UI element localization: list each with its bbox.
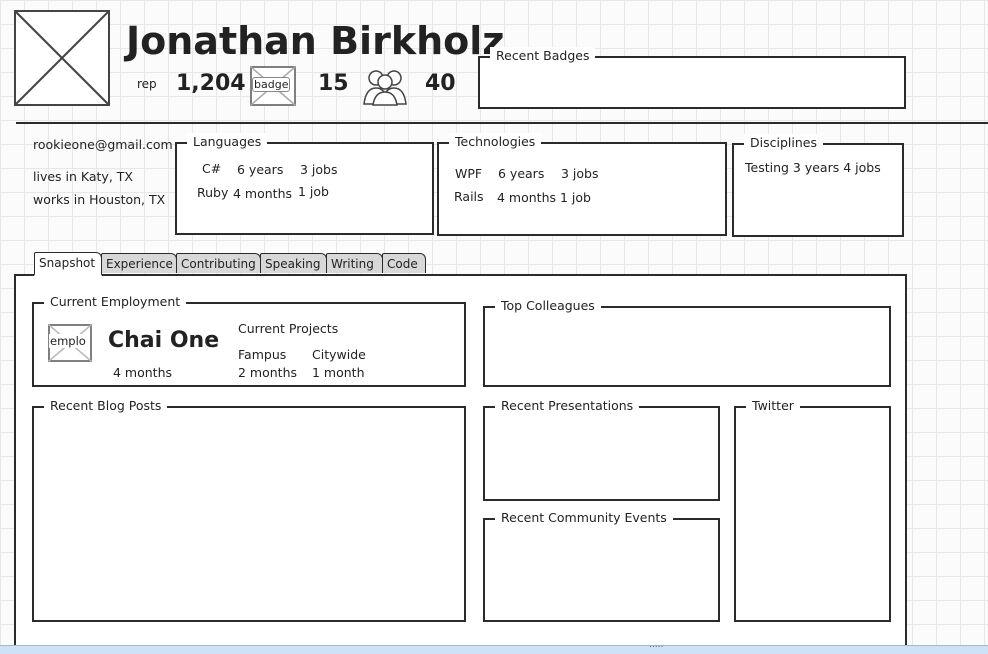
languages-panel: Languages C# 6 years 3 jobs Ruby 4 month… — [175, 133, 434, 235]
technology-name: WPF — [455, 166, 483, 181]
tab-experience[interactable]: Experience — [101, 253, 177, 273]
disciplines-title: Disciplines — [744, 134, 823, 152]
languages-title: Languages — [187, 133, 268, 151]
profile-name: Jonathan Birkholz — [126, 19, 505, 63]
recent-presentations-title: Recent Presentations — [495, 397, 640, 415]
resize-grip[interactable]: ..... — [649, 640, 663, 650]
tab-code[interactable]: Code — [382, 253, 426, 273]
tab-snapshot[interactable]: Snapshot — [34, 252, 102, 276]
current-employment-title: Current Employment — [44, 293, 187, 311]
recent-blog-posts-panel: Recent Blog Posts — [32, 397, 466, 622]
badge-label: badge — [252, 77, 291, 92]
workplace-text: works in Houston, TX — [33, 192, 166, 207]
recent-badges-title: Recent Badges — [490, 47, 596, 65]
location-text: lives in Katy, TX — [33, 169, 133, 184]
language-name: Ruby — [197, 185, 229, 200]
technology-duration: 6 years — [498, 166, 545, 181]
people-icon — [360, 66, 410, 106]
disciplines-panel: Disciplines Testing 3 years 4 jobs — [732, 134, 904, 237]
rep-value: 1,204 — [176, 71, 246, 96]
company-tenure: 4 months — [113, 365, 173, 380]
employer-logo: emplo — [48, 324, 92, 362]
project-name[interactable]: Citywide — [312, 347, 366, 362]
top-colleagues-panel: Top Colleagues — [483, 297, 891, 387]
recent-community-events-title: Recent Community Events — [495, 509, 673, 527]
discipline-item: Testing 3 years 4 jobs — [745, 160, 881, 175]
tab-contributing[interactable]: Contributing — [176, 253, 261, 273]
recent-badges-panel: Recent Badges — [478, 47, 906, 109]
project-name[interactable]: Fampus — [238, 347, 286, 362]
group-people-icon — [363, 70, 407, 106]
employer-logo-label: emplo — [49, 334, 87, 348]
people-count: 40 — [425, 71, 456, 96]
language-jobs: 1 job — [298, 184, 329, 199]
technology-jobs: 3 jobs — [561, 166, 599, 181]
project-duration: 2 months — [238, 365, 298, 380]
twitter-panel: Twitter — [734, 397, 891, 622]
header-divider — [16, 122, 988, 124]
project-duration: 1 month — [312, 365, 365, 380]
twitter-title: Twitter — [746, 397, 800, 415]
language-duration: 4 months — [233, 186, 293, 201]
technology-jobs: 1 job — [560, 190, 591, 205]
email-link[interactable]: rookieone@gmail.com — [33, 137, 173, 152]
current-employment-panel: Current Employment emplo Chai One 4 mont… — [32, 293, 466, 387]
company-name[interactable]: Chai One — [108, 328, 219, 353]
recent-community-events-panel: Recent Community Events — [483, 509, 720, 622]
avatar-placeholder-icon — [14, 10, 110, 106]
technology-duration: 4 months — [497, 190, 557, 205]
technologies-title: Technologies — [449, 133, 542, 151]
current-projects-title: Current Projects — [238, 321, 339, 336]
language-name: C# — [202, 161, 222, 176]
recent-presentations-panel: Recent Presentations — [483, 397, 720, 501]
language-duration: 6 years — [237, 162, 284, 177]
tab-writing[interactable]: Writing — [326, 253, 383, 273]
badge-icon: badge — [250, 66, 296, 106]
rep-label: rep — [137, 77, 157, 91]
language-jobs: 3 jobs — [300, 162, 338, 177]
recent-blog-posts-title: Recent Blog Posts — [44, 397, 168, 415]
tab-speaking[interactable]: Speaking — [260, 253, 327, 273]
technology-name: Rails — [454, 189, 484, 204]
top-colleagues-title: Top Colleagues — [495, 297, 601, 315]
badge-count: 15 — [318, 71, 349, 96]
technologies-panel: Technologies WPF 6 years 3 jobs Rails 4 … — [437, 133, 727, 236]
avatar — [14, 10, 110, 106]
